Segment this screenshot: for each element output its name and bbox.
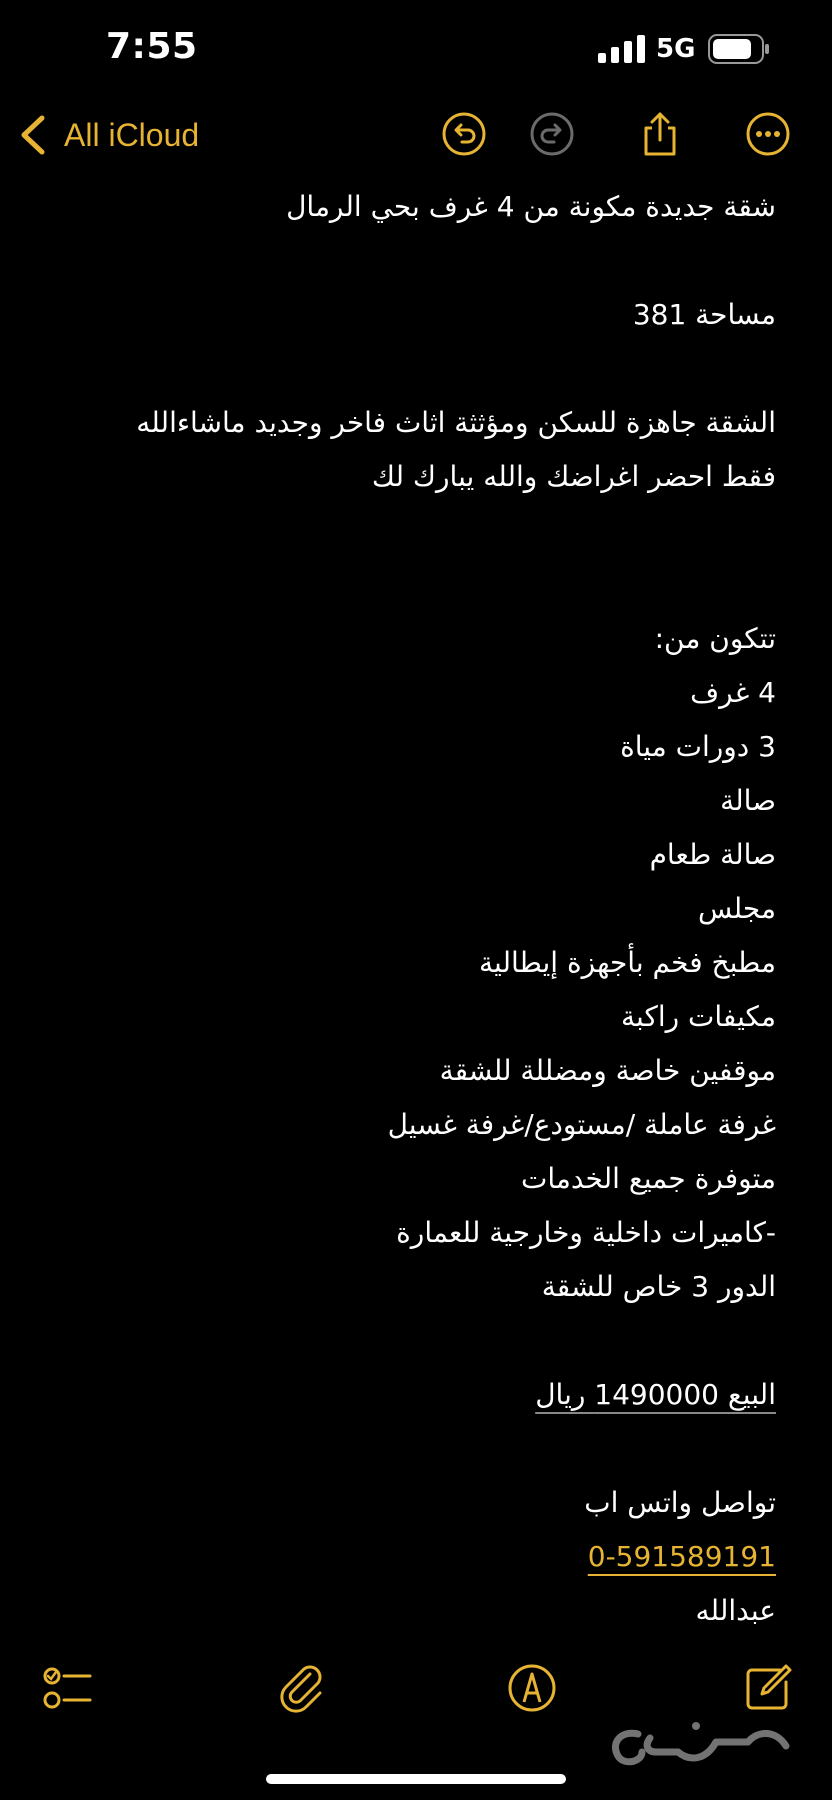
home-indicator[interactable]	[266, 1774, 566, 1784]
status-bar: 7:55 5G	[0, 0, 832, 100]
nav-bar: All iCloud	[0, 100, 832, 170]
network-type: 5G	[656, 34, 696, 64]
note-line: 3 دورات مياة	[620, 730, 776, 763]
status-time: 7:55	[106, 26, 198, 67]
checklist-button[interactable]	[40, 1660, 96, 1716]
bottom-toolbar	[0, 1660, 832, 1720]
share-icon	[644, 112, 676, 156]
undo-icon	[442, 112, 486, 156]
markup-pen-icon	[508, 1664, 556, 1712]
redo-button[interactable]	[528, 110, 576, 158]
note-line: -كاميرات داخلية وخارجية للعمارة	[396, 1216, 776, 1249]
battery-icon	[708, 34, 769, 64]
note-line: تواصل واتس اب	[584, 1486, 776, 1519]
note-line: فقط احضر اغراضك والله يبارك لك	[371, 460, 776, 493]
compose-icon	[746, 1664, 792, 1710]
signal-icon	[598, 35, 645, 63]
note-line: غرفة عاملة /مستودع/غرفة غسيل	[387, 1108, 776, 1141]
note-line-phone: 0-591589191	[40, 1530, 776, 1584]
back-label: All iCloud	[64, 116, 200, 153]
markup-button[interactable]	[504, 1660, 560, 1716]
note-title: شقة جديدة مكونة من 4 غرف بحي الرمال	[286, 190, 776, 223]
note-line-signature: عبدالله	[695, 1594, 776, 1627]
attachment-button[interactable]	[274, 1660, 330, 1716]
note-line: صالة طعام	[649, 838, 776, 871]
redo-icon	[530, 112, 574, 156]
more-icon	[746, 112, 790, 156]
note-line: الشقة جاهزة للسكن ومؤثثة اثاث فاخر وجديد…	[136, 406, 776, 439]
note-line-area: مساحة 381	[632, 298, 776, 331]
note-line-price: البيع 1490000 ريال	[40, 1368, 776, 1422]
phone-link[interactable]: 0-591589191	[588, 1540, 776, 1573]
note-line: مجلس	[697, 892, 776, 925]
note-line: متوفرة جميع الخدمات	[520, 1162, 776, 1195]
note-line: تتكون من:	[654, 622, 776, 655]
note-line: 4 غرف	[690, 676, 776, 709]
more-button[interactable]	[744, 110, 792, 158]
note-line: مكيفات راكبة	[621, 1000, 776, 1033]
share-button[interactable]	[636, 110, 684, 158]
paperclip-icon	[280, 1665, 322, 1713]
compose-button[interactable]	[740, 1660, 796, 1716]
chevron-left-icon	[21, 115, 45, 155]
note-line: موقفين خاصة ومضللة للشقة	[439, 1054, 776, 1087]
note-body[interactable]: شقة جديدة مكونة من 4 غرف بحي الرمال مساح…	[40, 180, 776, 1627]
undo-button[interactable]	[440, 110, 488, 158]
haraj-watermark-logo	[612, 1722, 790, 1766]
checklist-icon	[43, 1667, 92, 1709]
price-text: البيع 1490000 ريال	[535, 1378, 776, 1411]
note-line: صالة	[720, 784, 776, 817]
note-line: الدور 3 خاص للشقة	[541, 1270, 776, 1303]
back-button[interactable]: All iCloud	[18, 110, 199, 160]
note-line: مطبخ فخم بأجهزة إيطالية	[478, 946, 776, 979]
